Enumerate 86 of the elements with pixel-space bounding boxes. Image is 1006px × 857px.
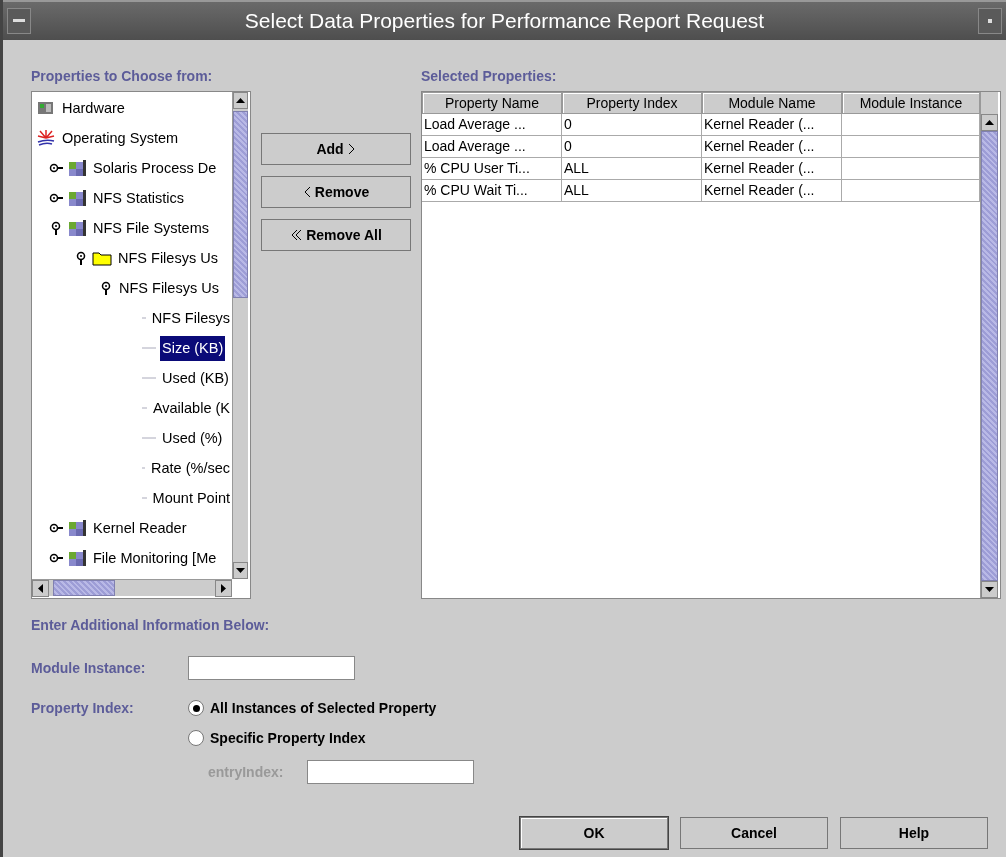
tree-item[interactable]: Available (K xyxy=(150,395,232,421)
window-title: Select Data Properties for Performance Report Request xyxy=(243,9,766,33)
header-corner xyxy=(980,92,998,114)
collapsed-handle-icon[interactable] xyxy=(49,521,63,535)
tree-connector-icon xyxy=(142,467,145,469)
field-label: Module Instance: xyxy=(31,660,147,676)
expanded-handle-icon[interactable] xyxy=(99,281,113,295)
right-chevron-icon xyxy=(347,143,356,155)
tree-item[interactable]: Solaris Process De xyxy=(91,155,219,181)
collapsed-handle-icon[interactable] xyxy=(49,551,63,565)
table-cell: Kernel Reader (... xyxy=(702,158,842,180)
table-cell: ALL xyxy=(562,180,702,202)
tree-connector-icon xyxy=(142,437,156,439)
bar-icon xyxy=(13,19,25,23)
double-left-chevron-icon xyxy=(290,229,303,241)
remove-all-button[interactable]: Remove All xyxy=(261,219,411,251)
tree-connector-icon xyxy=(142,317,146,319)
column-header[interactable]: Property Index xyxy=(562,92,702,114)
column-header[interactable]: Module Name xyxy=(702,92,842,114)
table-cell: Kernel Reader (... xyxy=(702,136,842,158)
tree-item[interactable]: NFS Filesys Us xyxy=(116,245,220,271)
tree-item[interactable]: File Monitoring [Me xyxy=(91,545,219,571)
collapsed-handle-icon[interactable] xyxy=(49,191,63,205)
up-arrow-icon xyxy=(985,118,994,127)
right-arrow-icon xyxy=(219,584,228,593)
tree-item[interactable]: Size (KB) xyxy=(160,335,226,361)
cube-icon xyxy=(67,188,87,208)
tree-item[interactable]: Kernel Reader xyxy=(91,515,189,541)
column-header[interactable]: Module Instance xyxy=(842,92,980,114)
cube-icon xyxy=(67,158,87,178)
field-label: Property Index: xyxy=(31,700,135,716)
table-cell: % CPU User Ti... xyxy=(422,158,562,180)
tree-item[interactable]: NFS Statistics xyxy=(91,185,187,211)
column-header[interactable]: Property Name xyxy=(422,92,562,114)
radio-dot[interactable] xyxy=(188,700,204,716)
dialog-button[interactable]: Cancel xyxy=(680,817,828,849)
table-cell: 0 xyxy=(562,114,702,136)
up-arrow-icon xyxy=(236,96,245,105)
radio-dot[interactable] xyxy=(188,730,204,746)
section-label: Selected Properties: xyxy=(421,68,558,84)
vertical-scrollbar[interactable] xyxy=(980,114,998,598)
cube-icon xyxy=(67,218,87,238)
add-button[interactable]: Add xyxy=(261,133,411,165)
vertical-scrollbar[interactable] xyxy=(232,92,248,579)
remove-button[interactable]: Remove xyxy=(261,176,411,208)
tree-connector-icon xyxy=(142,347,156,349)
table-cell: ALL xyxy=(562,158,702,180)
table-cell: Load Average ... xyxy=(422,136,562,158)
expanded-handle-icon[interactable] xyxy=(49,221,63,235)
tree-item[interactable]: Hardware xyxy=(60,95,127,121)
dialog-button[interactable]: Help xyxy=(840,817,988,849)
cube-icon xyxy=(67,548,87,568)
folder-icon xyxy=(92,250,112,266)
collapsed-handle-icon[interactable] xyxy=(49,161,63,175)
tree-connector-icon xyxy=(142,407,147,409)
section-label: Properties to Choose from: xyxy=(31,68,214,84)
tree-item[interactable]: Used (%) xyxy=(160,425,225,451)
left-arrow-icon xyxy=(36,584,45,593)
expanded-handle-icon[interactable] xyxy=(74,251,88,265)
down-arrow-icon xyxy=(985,585,994,594)
tree-item[interactable]: Operating System xyxy=(60,125,181,151)
window-menu-button[interactable] xyxy=(7,8,31,34)
radio-option[interactable]: Specific Property Index xyxy=(188,730,366,746)
table-cell: Kernel Reader (... xyxy=(702,114,842,136)
section-label: Enter Additional Information Below: xyxy=(31,617,271,633)
dialog-button[interactable]: OK xyxy=(520,817,668,849)
table-cell: Load Average ... xyxy=(422,114,562,136)
left-chevron-icon xyxy=(302,186,311,198)
module-instance-field[interactable] xyxy=(188,656,355,680)
tree-item[interactable]: Mount Point xyxy=(150,485,232,511)
tree-item[interactable]: Used (KB) xyxy=(160,365,231,391)
tree-item[interactable]: Rate (%/sec xyxy=(149,455,232,481)
down-arrow-icon xyxy=(236,566,245,575)
tree-item[interactable]: NFS Filesys Us xyxy=(117,275,221,301)
table-cell: Kernel Reader (... xyxy=(702,180,842,202)
tree-connector-icon xyxy=(142,497,147,499)
minimize-button[interactable] xyxy=(978,8,1002,34)
table-cell: % CPU Wait Ti... xyxy=(422,180,562,202)
tree-item[interactable]: NFS Filesys xyxy=(149,305,232,331)
sunburst-icon xyxy=(36,128,56,148)
table-cell: 0 xyxy=(562,136,702,158)
radio-option[interactable]: All Instances of Selected Property xyxy=(188,700,437,716)
tree-item[interactable]: NFS File Systems xyxy=(91,215,211,241)
tree-connector-icon xyxy=(142,377,156,379)
horizontal-scrollbar[interactable] xyxy=(32,579,232,596)
cube-icon xyxy=(67,518,87,538)
